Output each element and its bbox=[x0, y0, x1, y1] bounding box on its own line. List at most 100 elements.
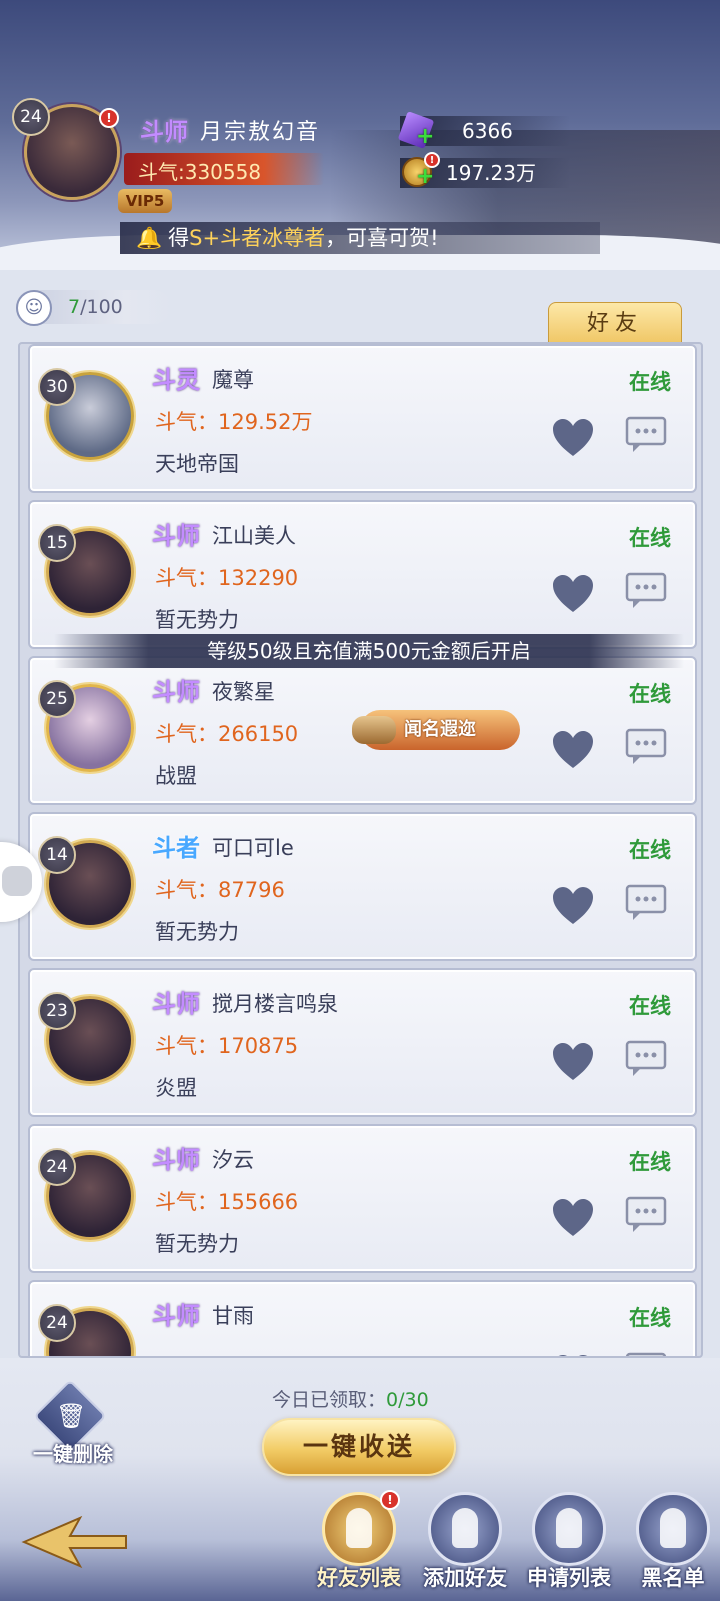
send-stamina-heart-icon[interactable] bbox=[551, 418, 595, 458]
oneclick-send-button[interactable]: 一键收送 bbox=[262, 1418, 456, 1476]
chat-bubble-icon[interactable] bbox=[625, 728, 671, 768]
back-arrow-icon[interactable] bbox=[20, 1512, 130, 1572]
tab-friends[interactable]: 好友 bbox=[548, 302, 682, 344]
friend-rank: 斗师 bbox=[152, 678, 200, 706]
daily-claim-value: 0/30 bbox=[386, 1389, 429, 1411]
gold-amount: 197.23万 bbox=[446, 161, 536, 185]
friend-name: 甘雨 bbox=[212, 1304, 254, 1328]
chat-bubble-icon[interactable] bbox=[625, 1196, 671, 1236]
chat-bubble-icon[interactable] bbox=[625, 416, 671, 456]
bell-icon: 🔔 bbox=[136, 226, 163, 250]
player-name: 月宗敖幻音 bbox=[200, 120, 321, 145]
friend-guild: 暂无势力 bbox=[155, 1232, 239, 1256]
friend-level-badge: 30 bbox=[38, 368, 76, 406]
gamepad-icon bbox=[2, 866, 32, 896]
friend-power: 斗气：87796 bbox=[155, 878, 285, 902]
friend-silhouette-icon: ☺ bbox=[16, 290, 52, 326]
friend-level-badge: 25 bbox=[38, 680, 76, 718]
online-status: 在线 bbox=[629, 1306, 671, 1330]
nav-label: 黑名单 bbox=[641, 1566, 705, 1590]
friend-guild: 战盟 bbox=[155, 764, 197, 788]
figure-silhouette bbox=[452, 1508, 478, 1548]
friend-level-badge: 15 bbox=[38, 524, 76, 562]
friend-level-badge: 24 bbox=[38, 1148, 76, 1186]
friend-rank: 斗师 bbox=[152, 990, 200, 1018]
delete-all-label: 一键删除 bbox=[33, 1442, 113, 1466]
friend-level-badge: 14 bbox=[38, 836, 76, 874]
friend-list[interactable]: 30 斗灵 魔尊 斗气：129.52万 天地帝国 在线 15 斗师 江山美人 斗气：132290 暂… bbox=[18, 342, 703, 1358]
marquee-highlight: S+斗者冰尊者 bbox=[189, 226, 326, 250]
friend-count-current: 7 bbox=[68, 296, 81, 318]
marquee-suffix: ，可喜可贺! bbox=[325, 226, 439, 250]
send-stamina-heart-icon[interactable] bbox=[551, 1198, 595, 1238]
send-stamina-heart-icon[interactable] bbox=[551, 1042, 595, 1082]
online-status: 在线 bbox=[629, 994, 671, 1018]
friend-card[interactable]: 14 斗者 可口可le 斗气：87796 暂无势力 在线 bbox=[28, 812, 697, 961]
chat-bubble-icon[interactable] bbox=[625, 884, 671, 924]
friend-card[interactable]: 24 斗师 甘雨 在线 bbox=[28, 1280, 697, 1356]
friend-rank: 斗师 bbox=[152, 1146, 200, 1174]
send-stamina-heart-icon[interactable] bbox=[551, 886, 595, 926]
daily-claim-label: 今日已领取： bbox=[272, 1389, 387, 1411]
nav-request-list[interactable]: 申请列表 bbox=[527, 1488, 611, 1598]
nav-label: 申请列表 bbox=[527, 1566, 611, 1590]
friend-name: 魔尊 bbox=[212, 368, 254, 392]
friend-name: 汐云 bbox=[212, 1148, 254, 1172]
send-stamina-heart-icon[interactable] bbox=[551, 574, 595, 614]
friend-guild: 天地帝国 bbox=[155, 452, 239, 476]
friend-rank: 斗者 bbox=[152, 834, 200, 862]
online-status: 在线 bbox=[629, 838, 671, 862]
friend-rank: 斗灵 bbox=[152, 366, 200, 394]
gem-amount: 6366 bbox=[462, 119, 513, 143]
nav-label: 好友列表 bbox=[317, 1566, 401, 1590]
player-level-badge: 24 bbox=[12, 98, 50, 136]
friend-power: 斗气：155666 bbox=[155, 1190, 299, 1214]
daily-claim-status: 今日已领取：0/30 bbox=[272, 1385, 429, 1412]
friend-level-badge: 24 bbox=[38, 1304, 76, 1342]
nav-add-friend[interactable]: 添加好友 bbox=[423, 1488, 507, 1598]
unlock-requirement-banner: 等级50级且充值满500元金额后开启 bbox=[54, 634, 684, 668]
friend-power: 斗气：129.52万 bbox=[155, 410, 313, 434]
online-status: 在线 bbox=[629, 370, 671, 394]
famous-title-badge: 闻名遐迩 bbox=[352, 710, 520, 750]
friend-card[interactable]: 15 斗师 江山美人斗气：132290 暂无势力 在线 bbox=[28, 500, 697, 649]
figure-silhouette bbox=[346, 1508, 372, 1548]
delete-all-button[interactable]: 🗑 一键删除 bbox=[28, 1379, 114, 1466]
figure-silhouette bbox=[660, 1508, 686, 1548]
announcement-marquee: 🔔 得S+斗者冰尊者，可喜可贺! bbox=[120, 222, 600, 254]
friend-power: 斗气：132290 bbox=[155, 566, 299, 590]
friend-rank: 斗师 bbox=[152, 522, 200, 550]
trash-icon: 🗑 bbox=[56, 1402, 87, 1430]
online-status: 在线 bbox=[629, 682, 671, 706]
friend-card[interactable]: 25 斗师 夜繁星 斗气：266150 战盟 在线 闻名遐迩 bbox=[28, 656, 697, 805]
friend-card[interactable]: 24 斗师 汐云斗气：155666 暂无势力 在线 bbox=[28, 1124, 697, 1273]
friend-power: 斗气：266150 bbox=[155, 722, 299, 746]
friend-card[interactable]: 30 斗灵 魔尊斗气：129.52万 天地帝国 在线 bbox=[28, 344, 697, 493]
friend-guild: 暂无势力 bbox=[155, 920, 239, 944]
friend-power: 斗气：170875 bbox=[155, 1034, 299, 1058]
chat-bubble-icon[interactable] bbox=[625, 1040, 671, 1080]
marquee-prefix: 得 bbox=[168, 226, 190, 250]
chat-bubble-icon[interactable] bbox=[625, 572, 671, 612]
add-gems-icon[interactable]: + bbox=[416, 124, 434, 149]
figure-silhouette bbox=[556, 1508, 582, 1548]
friend-count: 7/100 bbox=[68, 296, 123, 318]
player-rank: 斗师 bbox=[140, 118, 188, 146]
friend-card[interactable]: 23 斗师 搅月楼言鸣泉 斗气：170875 炎盟 在线 bbox=[28, 968, 697, 1117]
nav-label: 添加好友 bbox=[423, 1566, 507, 1590]
friend-name: 可口可le bbox=[212, 836, 294, 860]
friend-count-max: /100 bbox=[80, 296, 123, 318]
friend-name: 江山美人 bbox=[212, 524, 296, 548]
friend-rank: 斗师 bbox=[152, 1302, 200, 1330]
online-status: 在线 bbox=[629, 526, 671, 550]
friend-guild: 暂无势力 bbox=[155, 608, 239, 632]
nav-friends-list[interactable]: ! 好友列表 bbox=[317, 1488, 401, 1598]
vip-badge[interactable]: VIP5 bbox=[118, 189, 172, 213]
player-power: 斗气:330558 bbox=[124, 153, 324, 185]
friend-guild: 炎盟 bbox=[155, 1076, 197, 1100]
friend-level-badge: 23 bbox=[38, 992, 76, 1030]
nav-blacklist[interactable]: 黑名单 bbox=[632, 1488, 714, 1598]
player-alert-icon: ! bbox=[99, 108, 119, 128]
online-status: 在线 bbox=[629, 1150, 671, 1174]
send-stamina-heart-icon[interactable] bbox=[551, 730, 595, 770]
